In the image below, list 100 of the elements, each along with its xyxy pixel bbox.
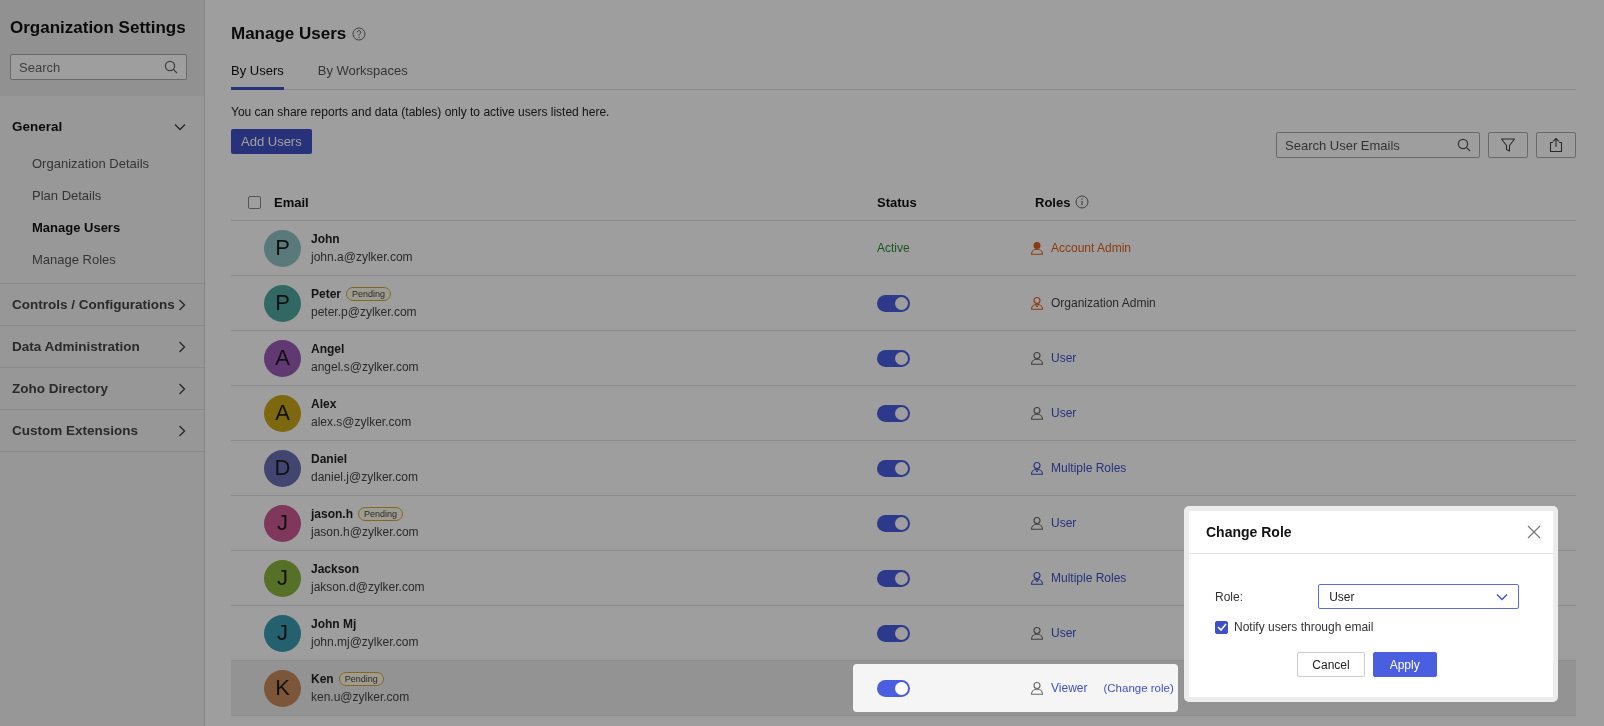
role-link[interactable]: Viewer <box>1051 681 1088 695</box>
close-button[interactable] <box>1527 525 1541 539</box>
user-name: Jackson <box>311 562 360 576</box>
avatar: K <box>264 669 301 707</box>
chevron-right-icon <box>178 340 186 353</box>
person-icon <box>1030 296 1044 310</box>
chevron-down-icon <box>1496 592 1508 601</box>
status-toggle[interactable] <box>877 624 910 642</box>
apply-button[interactable]: Apply <box>1372 652 1437 677</box>
status-toggle[interactable] <box>877 569 910 587</box>
user-name: John Mj <box>311 617 357 631</box>
pending-badge: Pending <box>346 287 392 301</box>
search-field[interactable]: Search <box>10 54 187 80</box>
sidebar-item[interactable]: Organization Details <box>32 154 204 173</box>
person-icon <box>1030 626 1044 640</box>
person-icon <box>1030 241 1044 255</box>
info-icon <box>1075 195 1090 209</box>
search-field[interactable]: Search User Emails <box>1276 132 1480 158</box>
user-name: Angel <box>311 342 345 356</box>
filter-button[interactable] <box>1488 132 1528 158</box>
user-email: daniel.j@zylker.com <box>311 470 418 484</box>
dialog-title: Change Role <box>1206 524 1292 540</box>
role-link[interactable]: User <box>1051 351 1077 365</box>
notify-checkbox[interactable] <box>1215 620 1228 634</box>
role-link[interactable]: Organization Admin <box>1051 296 1156 310</box>
user-name: Alex <box>311 397 337 411</box>
person-icon <box>1030 681 1044 695</box>
info-text: You can share reports and data (tables) only to active users listed here. <box>231 105 611 119</box>
avatar: J <box>264 559 301 597</box>
section-header[interactable]: Custom Extensions <box>0 410 204 451</box>
tab[interactable]: By Workspaces <box>317 56 408 90</box>
role-link[interactable]: User <box>1051 406 1077 420</box>
sidebar-title: Organization Settings <box>10 18 187 38</box>
search-icon <box>164 60 178 74</box>
user-email: ken.u@zylker.com <box>311 690 410 704</box>
select-all-checkbox[interactable] <box>248 195 261 209</box>
avatar: J <box>264 504 301 542</box>
status-toggle[interactable] <box>877 679 910 697</box>
section-label: Custom Extensions <box>12 423 139 438</box>
user-email: peter.p@zylker.com <box>311 305 417 319</box>
section-label: Data Administration <box>12 339 140 354</box>
section-header[interactable]: General <box>0 106 204 154</box>
person-icon <box>1030 461 1044 475</box>
cancel-button[interactable]: Cancel <box>1297 652 1365 677</box>
section-label: Controls / Configurations <box>12 297 175 312</box>
user-email: jakson.d@zylker.com <box>311 580 425 594</box>
tab[interactable]: By Users <box>231 56 284 90</box>
avatar: A <box>264 339 301 377</box>
avatar: A <box>264 394 301 432</box>
pending-badge: Pending <box>358 507 404 521</box>
status-toggle[interactable] <box>877 459 910 477</box>
role-link[interactable]: User <box>1051 626 1077 640</box>
section-label: General <box>12 119 63 134</box>
person-icon <box>1030 406 1044 420</box>
section-header[interactable]: Data Administration <box>0 326 204 367</box>
status-toggle[interactable] <box>877 294 910 312</box>
export-icon <box>1548 137 1564 153</box>
status-toggle[interactable] <box>877 404 910 422</box>
avatar: P <box>264 284 301 322</box>
user-name: John <box>311 232 340 246</box>
checkbox-label: Notify users through email <box>1234 620 1374 634</box>
user-email: jason.h@zylker.com <box>311 525 419 539</box>
page-title: Manage Users <box>231 24 347 44</box>
avatar: J <box>264 614 301 652</box>
section-header[interactable]: Controls / Configurations <box>0 284 204 325</box>
user-name: jason.h <box>311 507 353 521</box>
help-icon <box>352 27 367 41</box>
column-header: Roles <box>1035 194 1071 210</box>
add-users-button[interactable]: Add Users <box>231 129 312 154</box>
sidebar-item[interactable]: Manage Users <box>32 218 204 237</box>
change-role-link[interactable]: (Change role) <box>1103 682 1174 694</box>
user-name: Ken <box>311 672 334 686</box>
chevron-right-icon <box>178 382 186 395</box>
person-icon <box>1030 351 1044 365</box>
role-link[interactable]: Multiple Roles <box>1051 461 1127 475</box>
sidebar-item[interactable]: Plan Details <box>32 186 204 205</box>
person-icon <box>1030 571 1044 585</box>
section-header[interactable]: Zoho Directory <box>0 368 204 409</box>
user-email: john.a@zylker.com <box>311 250 413 264</box>
close-icon <box>1527 525 1541 539</box>
status-toggle[interactable] <box>877 349 910 367</box>
avatar: D <box>264 449 301 487</box>
chevron-right-icon <box>178 424 186 437</box>
status-text: Active <box>877 241 910 255</box>
role-link[interactable]: Account Admin <box>1051 241 1132 255</box>
avatar: P <box>264 229 301 267</box>
sidebar-item[interactable]: Manage Roles <box>32 250 204 269</box>
status-toggle[interactable] <box>877 514 910 532</box>
user-email: alex.s@zylker.com <box>311 415 412 429</box>
user-email: john.mj@zylker.com <box>311 635 419 649</box>
export-button[interactable] <box>1536 132 1576 158</box>
role-link[interactable]: User <box>1051 516 1077 530</box>
role-dropdown[interactable]: User <box>1318 584 1519 609</box>
column-header: Status <box>876 194 918 210</box>
person-icon <box>1030 516 1044 530</box>
user-name: Daniel <box>311 452 347 466</box>
chevron-down-icon <box>174 122 186 131</box>
role-link[interactable]: Multiple Roles <box>1051 571 1127 585</box>
chevron-right-icon <box>178 298 186 311</box>
user-name: Peter <box>311 287 342 301</box>
